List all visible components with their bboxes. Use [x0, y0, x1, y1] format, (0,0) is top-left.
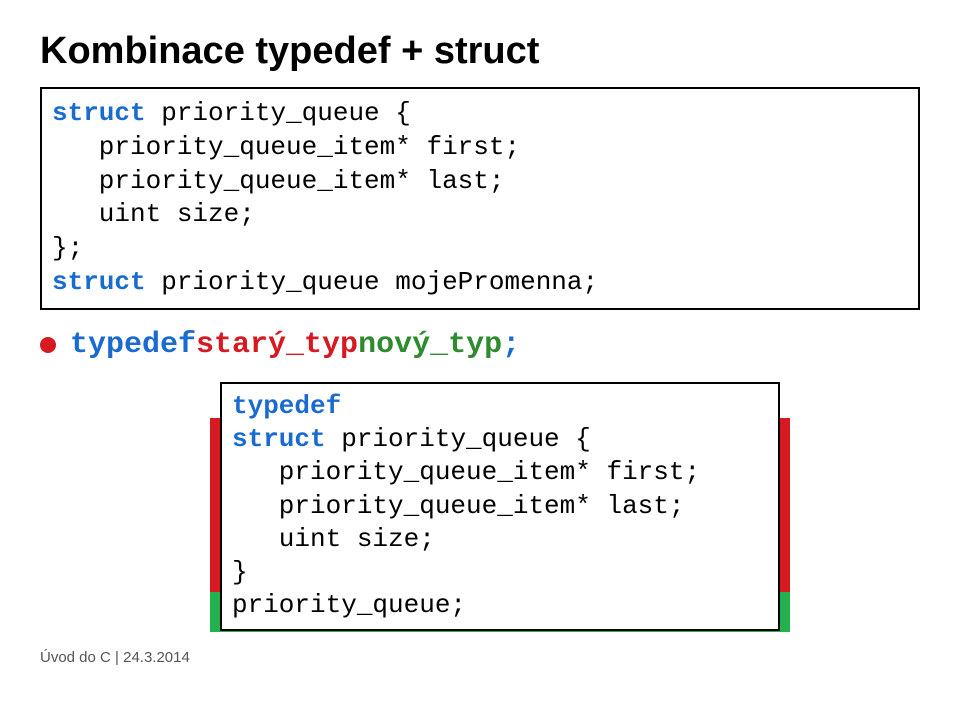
- keyword-typedef: typedef: [232, 391, 341, 421]
- keyword-typedef: typedef: [70, 328, 196, 362]
- bullet-typedef: typedef starý_typ nový_typ;: [40, 328, 920, 362]
- new-type: nový_typ: [358, 328, 502, 362]
- code-text: priority_queue mojePromenna;: [146, 267, 598, 297]
- code-text: uint size;: [232, 524, 435, 554]
- code-text: priority_queue {: [146, 98, 411, 128]
- bullet-dot-icon: [40, 337, 56, 353]
- code-box-2: typedef struct priority_queue { priority…: [220, 382, 780, 631]
- keyword-struct: struct: [52, 267, 146, 297]
- bottom-area: typedef struct priority_queue { priority…: [220, 382, 780, 631]
- code-text: priority_queue_item* last;: [232, 491, 684, 521]
- code-box-1: struct priority_queue { priority_queue_i…: [40, 87, 920, 310]
- keyword-struct: struct: [52, 98, 146, 128]
- code-text: uint size;: [52, 199, 255, 229]
- code-text: priority_queue_item* first;: [52, 132, 520, 162]
- slide-title: Kombinace typedef + struct: [40, 30, 920, 73]
- footer-text: Úvod do C | 24.3.2014: [40, 649, 190, 666]
- code-text: priority_queue_item* first;: [232, 457, 700, 487]
- code-text: priority_queue;: [232, 590, 466, 620]
- code-text: };: [52, 233, 83, 263]
- slide: Kombinace typedef + struct struct priori…: [0, 0, 960, 716]
- code-text: priority_queue {: [326, 424, 591, 454]
- code-text: priority_queue_item* last;: [52, 166, 504, 196]
- semicolon: ;: [502, 328, 520, 362]
- old-type: starý_typ: [196, 328, 358, 362]
- code-text: }: [232, 557, 248, 587]
- keyword-struct: struct: [232, 424, 326, 454]
